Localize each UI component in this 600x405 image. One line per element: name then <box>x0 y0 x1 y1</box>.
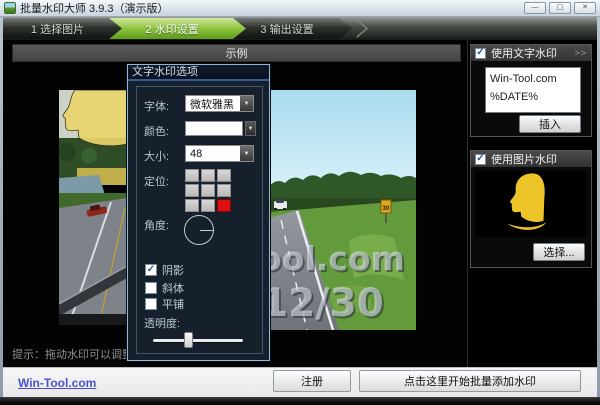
title-bar: 批量水印大师 3.9.3（演示版） — ▢ ✕ <box>0 0 600 17</box>
italic-option[interactable]: ✓ 斜体 <box>145 280 184 296</box>
angle-dial[interactable] <box>184 215 214 245</box>
position-grid-cell[interactable] <box>185 199 199 212</box>
website-link[interactable]: Win-Tool.com <box>18 376 96 390</box>
head-silhouette-icon <box>502 172 560 236</box>
size-label: 大小: <box>144 148 169 164</box>
opacity-label: 透明度: <box>144 315 180 331</box>
expander-icon[interactable]: >> <box>574 48 587 58</box>
window-frame-bottom <box>0 397 600 405</box>
position-grid-cell[interactable] <box>185 169 199 182</box>
opacity-slider-track[interactable] <box>153 339 243 342</box>
wizard-tab-bar: 1 选择图片 2 水印设置 3 输出设置 <box>3 17 597 40</box>
tile-option[interactable]: ✓ 平铺 <box>145 296 184 312</box>
position-grid-cell[interactable] <box>201 184 215 197</box>
tab-select-images[interactable]: 1 选择图片 <box>3 18 122 39</box>
shadow-option[interactable]: ✓ 阴影 <box>145 262 184 278</box>
app-window: 批量水印大师 3.9.3（演示版） — ▢ ✕ 1 选择图片 2 水印设置 3 … <box>0 0 600 405</box>
check-icon: ✓ <box>476 154 484 164</box>
angle-dial-needle <box>200 230 214 231</box>
footer-bar: Win-Tool.com 注册 点击这里开始批量添加水印 <box>3 367 597 397</box>
svg-text:30: 30 <box>383 206 390 212</box>
tab-watermark-settings-label: 2 水印设置 <box>145 21 198 37</box>
font-label: 字体: <box>144 98 169 114</box>
position-grid-cell[interactable] <box>217 169 231 182</box>
register-button[interactable]: 注册 <box>273 370 351 392</box>
dropdown-arrow-icon[interactable]: ▼ <box>240 146 253 161</box>
app-icon <box>4 2 16 14</box>
select-image-button[interactable]: 选择... <box>533 243 585 261</box>
dialog-title[interactable]: 文字水印选项 <box>128 65 269 81</box>
text-watermark-options-dialog: 文字水印选项 字体: 微软雅黑 ▼ 颜色: ▼ 大小: 48 ▼ 定位: 角度: <box>127 64 270 361</box>
font-select[interactable]: 微软雅黑 ▼ <box>185 95 254 112</box>
svg-text:12/30: 12/30 <box>269 281 384 326</box>
example-header-label: 示例 <box>226 45 248 61</box>
preview-image-right[interactable]: 30 ool.com ool.com 12/30 12/30 <box>269 90 416 330</box>
position-grid-cell[interactable] <box>217 199 231 212</box>
chevron-separator-icon <box>355 19 369 38</box>
position-grid-cell[interactable] <box>217 184 231 197</box>
opacity-slider-handle[interactable] <box>184 332 193 348</box>
color-swatch[interactable] <box>185 121 243 136</box>
position-grid <box>185 169 231 212</box>
image-watermark-panel-label: 使用图片水印 <box>491 151 557 167</box>
text-watermark-panel: ✓ 使用文字水印 >> Win-Tool.com %DATE% 插入 <box>470 44 592 137</box>
check-icon: ✓ <box>476 48 484 58</box>
shadow-label: 阴影 <box>162 262 184 278</box>
dropdown-arrow-icon[interactable]: ▼ <box>245 121 256 136</box>
italic-checkbox[interactable]: ✓ <box>145 282 157 294</box>
preview-image-left[interactable] <box>59 90 127 325</box>
position-label: 定位: <box>144 173 169 189</box>
insert-button[interactable]: 插入 <box>519 115 581 133</box>
tile-label: 平铺 <box>162 296 184 312</box>
shadow-checkbox[interactable]: ✓ <box>145 264 157 276</box>
window-title: 批量水印大师 3.9.3（演示版） <box>20 0 169 16</box>
position-grid-cell[interactable] <box>201 199 215 212</box>
color-label: 颜色: <box>144 123 169 139</box>
use-image-watermark-checkbox[interactable]: ✓ <box>475 154 486 165</box>
tab-output-settings[interactable]: 3 输出设置 <box>232 18 352 39</box>
example-header: 示例 <box>12 44 461 62</box>
dropdown-arrow-icon[interactable]: ▼ <box>240 96 253 111</box>
start-batch-button[interactable]: 点击这里开始批量添加水印 <box>359 370 581 392</box>
size-select[interactable]: 48 ▼ <box>185 145 254 162</box>
use-text-watermark-checkbox[interactable]: ✓ <box>475 48 486 59</box>
watermark-image-preview <box>475 171 587 237</box>
size-value: 48 <box>186 148 240 160</box>
text-watermark-panel-label: 使用文字水印 <box>491 45 557 61</box>
angle-label: 角度: <box>144 217 169 233</box>
minimize-icon[interactable]: — <box>524 2 546 14</box>
tab-select-images-label: 1 选择图片 <box>31 21 84 37</box>
position-grid-cell[interactable] <box>185 184 199 197</box>
maximize-icon[interactable]: ▢ <box>549 2 571 14</box>
close-icon[interactable]: ✕ <box>574 2 596 14</box>
tab-output-settings-label: 3 输出设置 <box>260 21 313 37</box>
font-value: 微软雅黑 <box>186 96 240 112</box>
panel-divider <box>467 40 468 367</box>
position-grid-cell[interactable] <box>201 169 215 182</box>
tab-watermark-settings[interactable]: 2 水印设置 <box>108 18 246 39</box>
svg-text:ool.com: ool.com <box>269 239 405 278</box>
image-watermark-panel: ✓ 使用图片水印 选择... <box>470 150 592 268</box>
watermark-text-input[interactable]: Win-Tool.com %DATE% <box>485 67 581 113</box>
italic-label: 斜体 <box>162 280 184 296</box>
text-watermark-panel-header[interactable]: ✓ 使用文字水印 >> <box>471 45 591 61</box>
check-icon: ✓ <box>147 265 155 275</box>
tile-checkbox[interactable]: ✓ <box>145 298 157 310</box>
image-watermark-panel-header[interactable]: ✓ 使用图片水印 <box>471 151 591 167</box>
